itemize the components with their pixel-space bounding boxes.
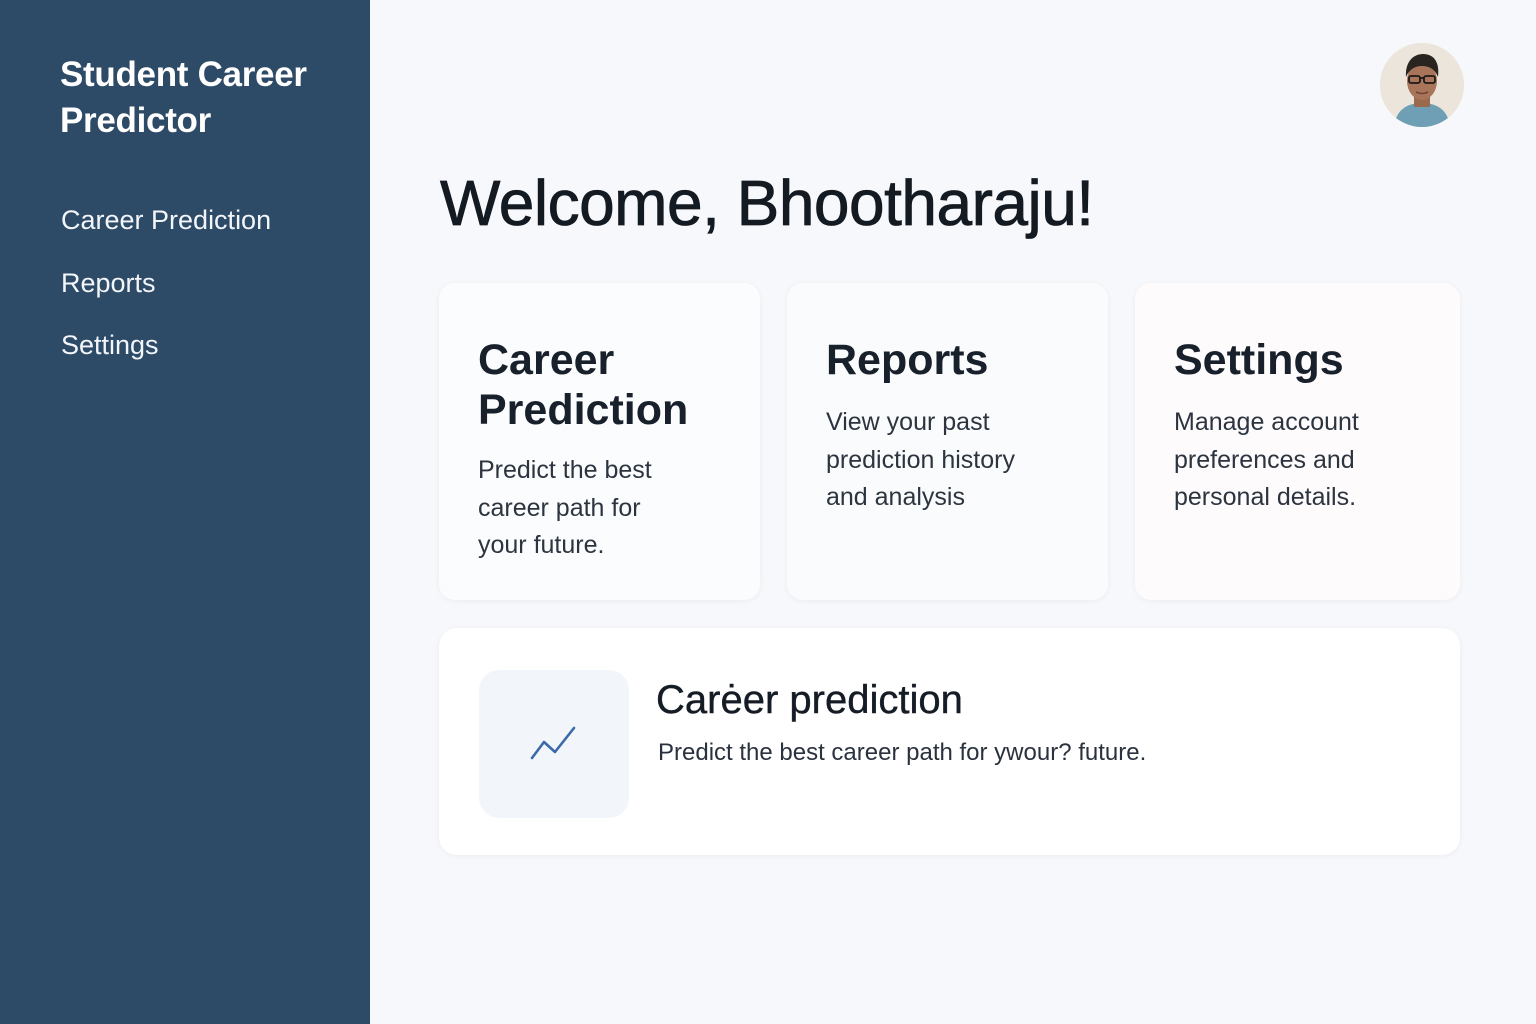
card-settings[interactable]: Settings Manage account preferences and … xyxy=(1135,283,1460,600)
app-title: Student Career Predictor xyxy=(60,55,307,140)
feature-title: Carėer prediction xyxy=(656,678,963,722)
feature-icon-box xyxy=(479,670,629,818)
feature-description: Predict the best career path for ywour? … xyxy=(658,739,1147,766)
sidebar-nav: Career Prediction Reports Settings xyxy=(61,200,271,388)
card-title: Career Prediction xyxy=(478,336,689,434)
card-description: Manage account preferences and personal … xyxy=(1174,408,1359,511)
sidebar-item-settings[interactable]: Settings xyxy=(61,325,271,388)
welcome-heading: Welcome, Bhootharaju! xyxy=(440,167,1095,240)
card-career-prediction[interactable]: Career Prediction Predict the best caree… xyxy=(439,283,760,600)
card-title: Reports xyxy=(826,336,989,384)
user-avatar[interactable] xyxy=(1380,43,1464,127)
card-title: Settings xyxy=(1174,336,1344,384)
card-reports[interactable]: Reports View your past prediction histor… xyxy=(787,283,1108,600)
trend-line-icon xyxy=(530,726,576,760)
sidebar-item-reports[interactable]: Reports xyxy=(61,263,271,326)
card-description: View your past prediction history and an… xyxy=(826,408,1015,511)
feature-career-prediction[interactable]: Carėer prediction Predict the best caree… xyxy=(439,628,1460,855)
sidebar: Student Career Predictor Career Predicti… xyxy=(0,0,370,1024)
sidebar-item-career-prediction[interactable]: Career Prediction xyxy=(61,200,271,263)
user-avatar-icon xyxy=(1380,43,1464,127)
card-description: Predict the best career path for your fu… xyxy=(478,456,652,559)
